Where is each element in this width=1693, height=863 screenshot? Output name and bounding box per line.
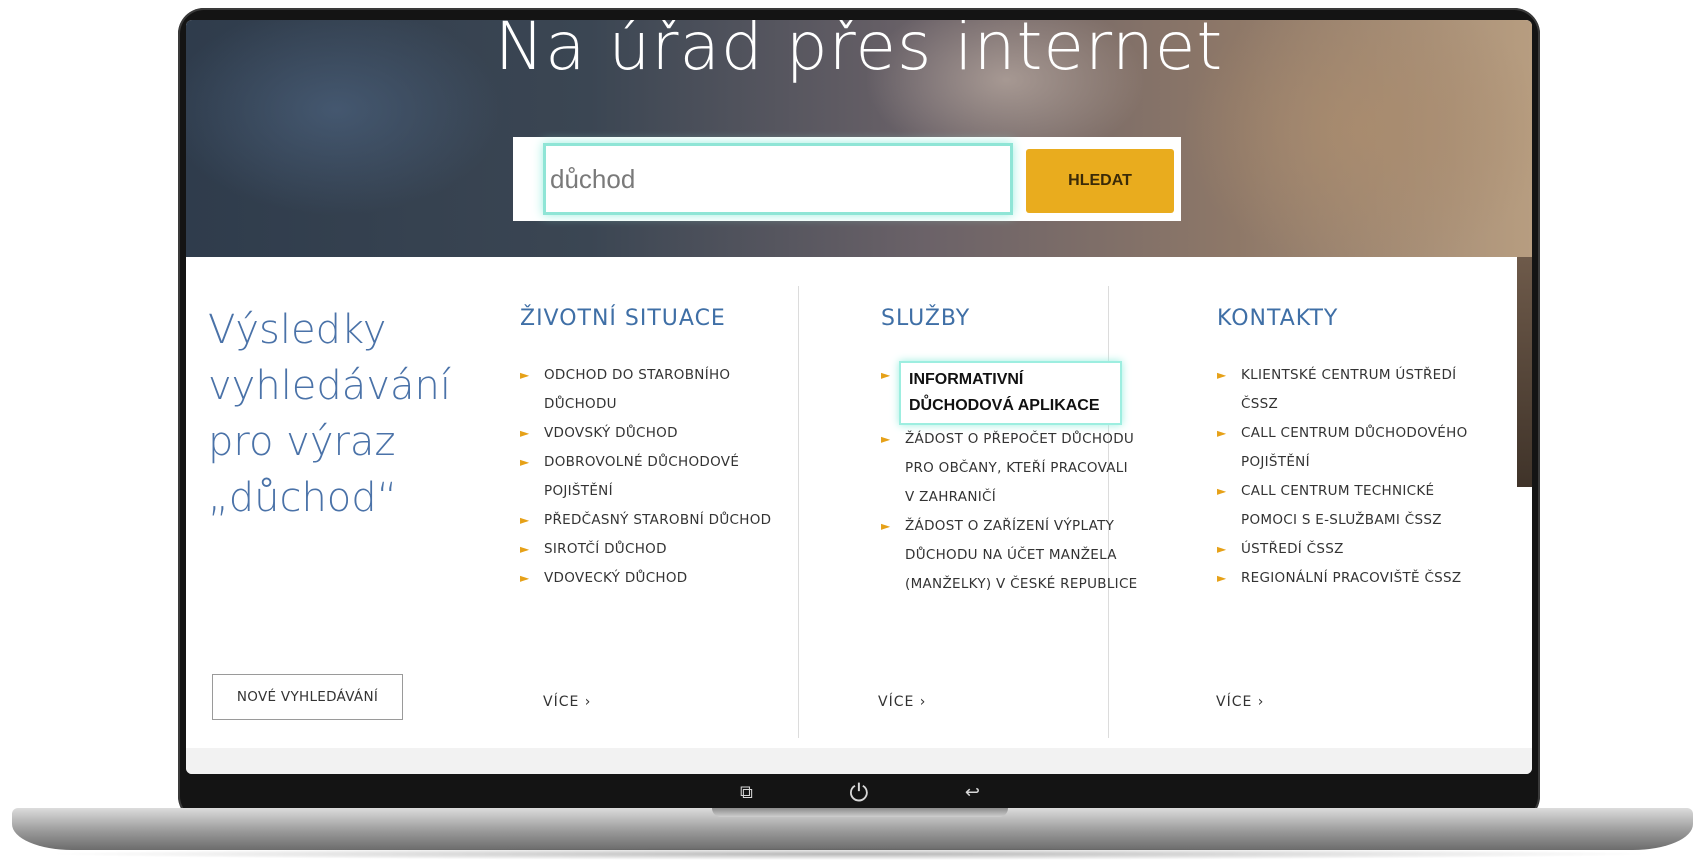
list-item[interactable]: ► ÚSTŘEDÍ ČSSZ <box>1217 535 1507 564</box>
list-item[interactable]: ► DOBROVOLNÉ DŮCHODOVÉ POJIŠTĚNÍ <box>520 448 790 506</box>
list-item[interactable]: ► CALL CENTRUM TECHNICKÉ POMOCI S E-SLUŽBA… <box>1217 477 1507 535</box>
list-item[interactable]: ► VDOVSKÝ DŮCHOD <box>520 419 790 448</box>
arrow-icon: ► <box>881 432 891 446</box>
list-item[interactable]: ► ŽÁDOST O ZAŘÍZENÍ VÝPLATY DŮCHODU NA ÚČE… <box>881 512 1151 599</box>
list-item[interactable]: ► ŽÁDOST O PŘEPOČET DŮCHODU PRO OBČANY, KT… <box>881 425 1151 512</box>
laptop-hinge-notch <box>712 808 1008 817</box>
power-icon[interactable]: ⏻ <box>849 781 868 805</box>
arrow-icon: ► <box>1217 368 1227 382</box>
arrow-icon: ► <box>520 368 530 382</box>
list-item[interactable]: ► SIROTČÍ DŮCHOD <box>520 535 790 564</box>
device-nav-bar: ⧉ ⏻ ↩ <box>700 778 1020 808</box>
screen: Na úřad přes internet HLEDAT Výsledky vy… <box>186 20 1532 774</box>
arrow-icon: ► <box>881 368 891 382</box>
services-list: ► INFORMATIVNÍ DŮCHODOVÁ APLIKACE ► ŽÁDOST … <box>881 361 1151 599</box>
results-title-line: „důchod“ <box>208 475 398 521</box>
recent-apps-icon[interactable]: ⧉ <box>740 784 753 802</box>
arrow-icon: ► <box>520 542 530 556</box>
more-link-contacts[interactable]: VÍCE › <box>1216 694 1264 710</box>
more-link-services[interactable]: VÍCE › <box>878 694 926 710</box>
life-situations-list: ► ODCHOD DO STAROBNÍHO DŮCHODU ► VDOVSKÝ DŮ… <box>520 361 790 593</box>
list-item[interactable]: ► CALL CENTRUM DŮCHODOVÉHO POJIŠTĚNÍ <box>1217 419 1507 477</box>
search-input[interactable] <box>543 143 1013 215</box>
new-search-button[interactable]: NOVÉ VYHLEDÁVÁNÍ <box>212 674 403 720</box>
footer-band <box>186 748 1532 774</box>
list-item[interactable]: ► VDOVECKÝ DŮCHOD <box>520 564 790 593</box>
arrow-icon: ► <box>1217 542 1227 556</box>
hero-banner: Na úřad přes internet HLEDAT <box>186 20 1532 257</box>
column-heading[interactable]: ŽIVOTNÍ SITUACE <box>520 306 790 331</box>
arrow-icon: ► <box>1217 571 1227 585</box>
column-services: SLUŽBY ► INFORMATIVNÍ DŮCHODOVÁ APLIKACE ►… <box>881 306 1151 599</box>
more-link-life-situations[interactable]: VÍCE › <box>543 694 591 710</box>
arrow-icon: ► <box>881 519 891 533</box>
hero-background-edge <box>1517 257 1532 487</box>
back-icon[interactable]: ↩ <box>965 784 980 802</box>
list-item[interactable]: ► KLIENTSKÉ CENTRUM ÚSTŘEDÍ ČSSZ <box>1217 361 1507 419</box>
column-divider <box>798 286 799 738</box>
contacts-list: ► KLIENTSKÉ CENTRUM ÚSTŘEDÍ ČSSZ ► CALL CEN… <box>1217 361 1507 593</box>
search-button[interactable]: HLEDAT <box>1026 149 1174 213</box>
list-item-highlighted[interactable]: ► INFORMATIVNÍ DŮCHODOVÁ APLIKACE <box>881 361 1151 425</box>
arrow-icon: ► <box>520 571 530 585</box>
arrow-icon: ► <box>520 426 530 440</box>
results-title-line: vyhledávání <box>208 363 451 409</box>
arrow-icon: ► <box>1217 426 1227 440</box>
results-title-line: Výsledky <box>208 307 387 353</box>
arrow-icon: ► <box>520 513 530 527</box>
highlighted-service: INFORMATIVNÍ DŮCHODOVÁ APLIKACE <box>899 361 1122 425</box>
list-item[interactable]: ► PŘEDČASNÝ STAROBNÍ DŮCHOD <box>520 506 790 535</box>
list-item[interactable]: ► ODCHOD DO STAROBNÍHO DŮCHODU <box>520 361 790 419</box>
column-heading[interactable]: SLUŽBY <box>881 306 1151 331</box>
column-contacts: KONTAKTY ► KLIENTSKÉ CENTRUM ÚSTŘEDÍ ČSSZ … <box>1217 306 1507 593</box>
hero-title: Na úřad přes internet <box>494 20 1224 85</box>
search-box: HLEDAT <box>513 137 1181 221</box>
laptop-shadow <box>40 848 1660 860</box>
arrow-icon: ► <box>1217 484 1227 498</box>
column-life-situations: ŽIVOTNÍ SITUACE ► ODCHOD DO STAROBNÍHO DŮC… <box>520 306 790 593</box>
list-item[interactable]: ► REGIONÁLNÍ PRACOVIŠTĚ ČSSZ <box>1217 564 1507 593</box>
results-title: Výsledky vyhledávání pro výraz „důchod“ <box>208 302 468 526</box>
results-title-line: pro výraz <box>208 419 396 465</box>
arrow-icon: ► <box>520 455 530 469</box>
column-heading[interactable]: KONTAKTY <box>1217 306 1507 331</box>
